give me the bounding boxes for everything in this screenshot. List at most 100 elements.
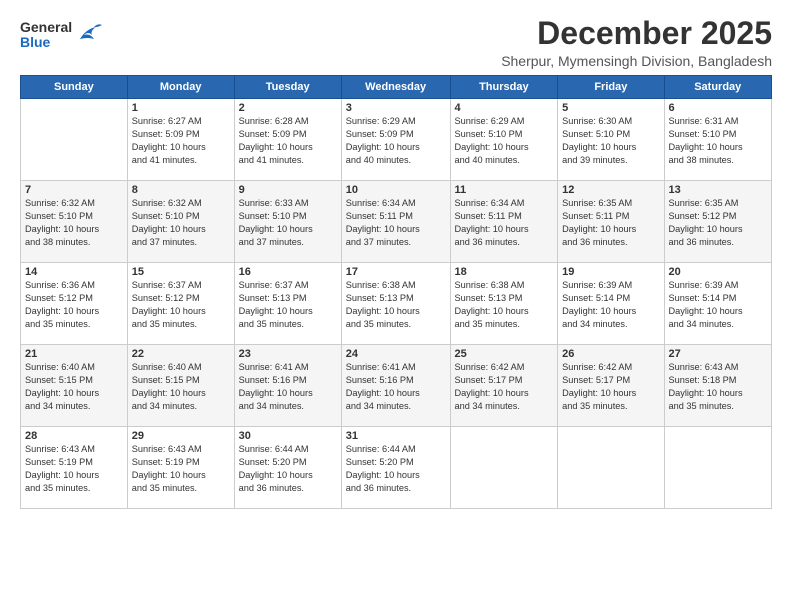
calendar-cell xyxy=(558,427,664,509)
day-info: Sunrise: 6:30 AM Sunset: 5:10 PM Dayligh… xyxy=(562,115,659,167)
weekday-header-wednesday: Wednesday xyxy=(341,76,450,99)
calendar-cell: 18Sunrise: 6:38 AM Sunset: 5:13 PM Dayli… xyxy=(450,263,558,345)
title-block: December 2025 Sherpur, Mymensingh Divisi… xyxy=(501,16,772,69)
day-info: Sunrise: 6:44 AM Sunset: 5:20 PM Dayligh… xyxy=(346,443,446,495)
day-info: Sunrise: 6:42 AM Sunset: 5:17 PM Dayligh… xyxy=(455,361,554,413)
calendar-week-2: 7Sunrise: 6:32 AM Sunset: 5:10 PM Daylig… xyxy=(21,181,772,263)
day-info: Sunrise: 6:28 AM Sunset: 5:09 PM Dayligh… xyxy=(239,115,337,167)
logo: General Blue xyxy=(20,20,104,51)
day-info: Sunrise: 6:34 AM Sunset: 5:11 PM Dayligh… xyxy=(455,197,554,249)
logo-text: General Blue xyxy=(20,20,72,51)
calendar-cell: 11Sunrise: 6:34 AM Sunset: 5:11 PM Dayli… xyxy=(450,181,558,263)
calendar-cell: 3Sunrise: 6:29 AM Sunset: 5:09 PM Daylig… xyxy=(341,99,450,181)
calendar-cell: 8Sunrise: 6:32 AM Sunset: 5:10 PM Daylig… xyxy=(127,181,234,263)
day-info: Sunrise: 6:32 AM Sunset: 5:10 PM Dayligh… xyxy=(25,197,123,249)
calendar-cell: 13Sunrise: 6:35 AM Sunset: 5:12 PM Dayli… xyxy=(664,181,772,263)
weekday-header-saturday: Saturday xyxy=(664,76,772,99)
day-number: 20 xyxy=(669,266,768,278)
calendar-cell: 29Sunrise: 6:43 AM Sunset: 5:19 PM Dayli… xyxy=(127,427,234,509)
day-info: Sunrise: 6:32 AM Sunset: 5:10 PM Dayligh… xyxy=(132,197,230,249)
day-number: 6 xyxy=(669,102,768,114)
day-number: 26 xyxy=(562,348,659,360)
calendar-cell: 26Sunrise: 6:42 AM Sunset: 5:17 PM Dayli… xyxy=(558,345,664,427)
logo-general: General xyxy=(20,20,72,35)
location: Sherpur, Mymensingh Division, Bangladesh xyxy=(501,53,772,69)
day-number: 29 xyxy=(132,430,230,442)
calendar-cell: 31Sunrise: 6:44 AM Sunset: 5:20 PM Dayli… xyxy=(341,427,450,509)
logo-bird-icon xyxy=(76,21,104,45)
day-info: Sunrise: 6:35 AM Sunset: 5:11 PM Dayligh… xyxy=(562,197,659,249)
day-number: 23 xyxy=(239,348,337,360)
calendar-cell: 4Sunrise: 6:29 AM Sunset: 5:10 PM Daylig… xyxy=(450,99,558,181)
day-number: 4 xyxy=(455,102,554,114)
page: General Blue December 2025 Sherpur, Myme… xyxy=(0,0,792,612)
calendar-cell: 25Sunrise: 6:42 AM Sunset: 5:17 PM Dayli… xyxy=(450,345,558,427)
weekday-header-sunday: Sunday xyxy=(21,76,128,99)
calendar-cell xyxy=(21,99,128,181)
weekday-header-tuesday: Tuesday xyxy=(234,76,341,99)
day-info: Sunrise: 6:37 AM Sunset: 5:12 PM Dayligh… xyxy=(132,279,230,331)
day-number: 2 xyxy=(239,102,337,114)
day-info: Sunrise: 6:29 AM Sunset: 5:09 PM Dayligh… xyxy=(346,115,446,167)
calendar-cell: 19Sunrise: 6:39 AM Sunset: 5:14 PM Dayli… xyxy=(558,263,664,345)
day-number: 24 xyxy=(346,348,446,360)
day-info: Sunrise: 6:40 AM Sunset: 5:15 PM Dayligh… xyxy=(132,361,230,413)
calendar-week-1: 1Sunrise: 6:27 AM Sunset: 5:09 PM Daylig… xyxy=(21,99,772,181)
day-number: 1 xyxy=(132,102,230,114)
calendar-week-5: 28Sunrise: 6:43 AM Sunset: 5:19 PM Dayli… xyxy=(21,427,772,509)
weekday-header-thursday: Thursday xyxy=(450,76,558,99)
header: General Blue December 2025 Sherpur, Myme… xyxy=(20,16,772,69)
day-info: Sunrise: 6:41 AM Sunset: 5:16 PM Dayligh… xyxy=(239,361,337,413)
day-info: Sunrise: 6:40 AM Sunset: 5:15 PM Dayligh… xyxy=(25,361,123,413)
day-info: Sunrise: 6:36 AM Sunset: 5:12 PM Dayligh… xyxy=(25,279,123,331)
day-number: 5 xyxy=(562,102,659,114)
day-number: 9 xyxy=(239,184,337,196)
calendar-cell: 20Sunrise: 6:39 AM Sunset: 5:14 PM Dayli… xyxy=(664,263,772,345)
calendar-cell: 28Sunrise: 6:43 AM Sunset: 5:19 PM Dayli… xyxy=(21,427,128,509)
calendar-week-3: 14Sunrise: 6:36 AM Sunset: 5:12 PM Dayli… xyxy=(21,263,772,345)
day-number: 11 xyxy=(455,184,554,196)
day-info: Sunrise: 6:44 AM Sunset: 5:20 PM Dayligh… xyxy=(239,443,337,495)
calendar-cell: 10Sunrise: 6:34 AM Sunset: 5:11 PM Dayli… xyxy=(341,181,450,263)
calendar-cell: 6Sunrise: 6:31 AM Sunset: 5:10 PM Daylig… xyxy=(664,99,772,181)
day-number: 10 xyxy=(346,184,446,196)
day-info: Sunrise: 6:29 AM Sunset: 5:10 PM Dayligh… xyxy=(455,115,554,167)
day-info: Sunrise: 6:39 AM Sunset: 5:14 PM Dayligh… xyxy=(669,279,768,331)
calendar-cell xyxy=(664,427,772,509)
day-info: Sunrise: 6:43 AM Sunset: 5:18 PM Dayligh… xyxy=(669,361,768,413)
calendar-cell: 9Sunrise: 6:33 AM Sunset: 5:10 PM Daylig… xyxy=(234,181,341,263)
day-number: 12 xyxy=(562,184,659,196)
day-number: 22 xyxy=(132,348,230,360)
day-info: Sunrise: 6:43 AM Sunset: 5:19 PM Dayligh… xyxy=(25,443,123,495)
day-info: Sunrise: 6:42 AM Sunset: 5:17 PM Dayligh… xyxy=(562,361,659,413)
calendar-cell xyxy=(450,427,558,509)
weekday-header-friday: Friday xyxy=(558,76,664,99)
day-info: Sunrise: 6:43 AM Sunset: 5:19 PM Dayligh… xyxy=(132,443,230,495)
day-info: Sunrise: 6:35 AM Sunset: 5:12 PM Dayligh… xyxy=(669,197,768,249)
day-info: Sunrise: 6:39 AM Sunset: 5:14 PM Dayligh… xyxy=(562,279,659,331)
day-number: 15 xyxy=(132,266,230,278)
day-info: Sunrise: 6:38 AM Sunset: 5:13 PM Dayligh… xyxy=(455,279,554,331)
month-title: December 2025 xyxy=(501,16,772,51)
day-info: Sunrise: 6:34 AM Sunset: 5:11 PM Dayligh… xyxy=(346,197,446,249)
calendar-body: 1Sunrise: 6:27 AM Sunset: 5:09 PM Daylig… xyxy=(21,99,772,509)
weekday-header-row: SundayMondayTuesdayWednesdayThursdayFrid… xyxy=(21,76,772,99)
day-number: 25 xyxy=(455,348,554,360)
day-number: 30 xyxy=(239,430,337,442)
day-number: 8 xyxy=(132,184,230,196)
day-info: Sunrise: 6:33 AM Sunset: 5:10 PM Dayligh… xyxy=(239,197,337,249)
day-info: Sunrise: 6:37 AM Sunset: 5:13 PM Dayligh… xyxy=(239,279,337,331)
calendar-cell: 17Sunrise: 6:38 AM Sunset: 5:13 PM Dayli… xyxy=(341,263,450,345)
calendar: SundayMondayTuesdayWednesdayThursdayFrid… xyxy=(20,75,772,509)
calendar-cell: 7Sunrise: 6:32 AM Sunset: 5:10 PM Daylig… xyxy=(21,181,128,263)
day-info: Sunrise: 6:27 AM Sunset: 5:09 PM Dayligh… xyxy=(132,115,230,167)
calendar-cell: 22Sunrise: 6:40 AM Sunset: 5:15 PM Dayli… xyxy=(127,345,234,427)
calendar-cell: 30Sunrise: 6:44 AM Sunset: 5:20 PM Dayli… xyxy=(234,427,341,509)
calendar-cell: 14Sunrise: 6:36 AM Sunset: 5:12 PM Dayli… xyxy=(21,263,128,345)
day-number: 31 xyxy=(346,430,446,442)
calendar-header: SundayMondayTuesdayWednesdayThursdayFrid… xyxy=(21,76,772,99)
calendar-cell: 2Sunrise: 6:28 AM Sunset: 5:09 PM Daylig… xyxy=(234,99,341,181)
logo-blue: Blue xyxy=(20,35,72,50)
calendar-cell: 15Sunrise: 6:37 AM Sunset: 5:12 PM Dayli… xyxy=(127,263,234,345)
day-number: 19 xyxy=(562,266,659,278)
